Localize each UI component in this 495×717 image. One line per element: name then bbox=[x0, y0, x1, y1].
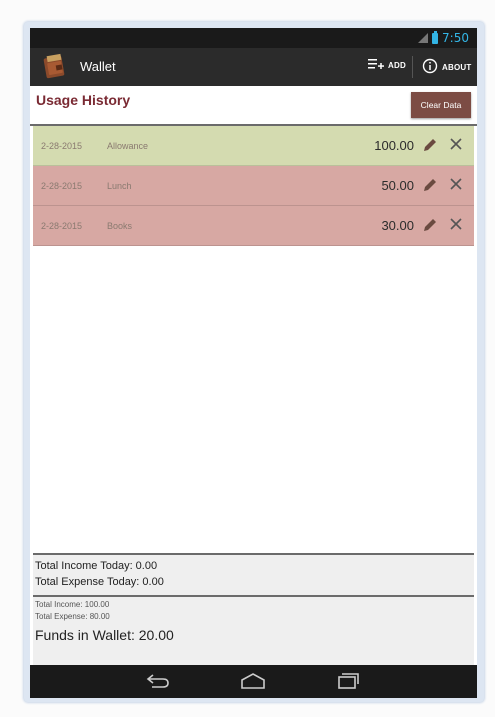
navigation-bar bbox=[30, 665, 477, 698]
clock: 7:50 bbox=[442, 31, 469, 45]
header-bar: Usage History Clear Data bbox=[30, 86, 477, 126]
home-icon[interactable] bbox=[239, 671, 267, 691]
edit-icon[interactable] bbox=[422, 177, 438, 193]
recent-apps-icon[interactable] bbox=[334, 671, 362, 691]
delete-icon[interactable] bbox=[449, 217, 463, 231]
row-amount: 100.00 bbox=[374, 138, 414, 153]
row-date: 2-28-2015 bbox=[41, 141, 83, 151]
action-bar: Wallet ADD ABOUT bbox=[30, 48, 477, 86]
battery-icon bbox=[432, 30, 439, 44]
row-amount: 50.00 bbox=[381, 178, 414, 193]
total-expense: Total Expense: 80.00 bbox=[35, 612, 110, 621]
row-date: 2-28-2015 bbox=[41, 181, 83, 191]
row-description: Lunch bbox=[107, 181, 132, 191]
edit-icon[interactable] bbox=[422, 137, 438, 153]
screen: 7:50 Wallet ADD ABOUT Usage History Clea… bbox=[30, 28, 477, 698]
edit-icon[interactable] bbox=[422, 217, 438, 233]
signal-icon bbox=[418, 33, 429, 43]
info-icon bbox=[422, 58, 438, 76]
totals-today-panel: Total Income Today: 0.00 Total Expense T… bbox=[33, 553, 474, 595]
wallet-icon[interactable] bbox=[42, 53, 68, 81]
status-bar: 7:50 bbox=[30, 28, 477, 48]
row-description: Books bbox=[107, 221, 133, 231]
app-title: Wallet bbox=[80, 59, 116, 74]
delete-icon[interactable] bbox=[449, 137, 463, 151]
device-frame: 7:50 Wallet ADD ABOUT Usage History Clea… bbox=[24, 22, 484, 702]
back-icon[interactable] bbox=[144, 671, 172, 691]
add-label: ADD bbox=[388, 60, 406, 70]
history-row[interactable]: 2-28-2015 Allowance 100.00 bbox=[33, 126, 474, 166]
add-button[interactable]: ADD bbox=[368, 58, 406, 72]
total-income-today: Total Income Today: 0.00 bbox=[35, 560, 158, 572]
history-row[interactable]: 2-28-2015 Lunch 50.00 bbox=[33, 166, 474, 206]
row-description: Allowance bbox=[107, 141, 149, 151]
page-title: Usage History bbox=[36, 92, 131, 108]
row-amount: 30.00 bbox=[381, 218, 414, 233]
row-date: 2-28-2015 bbox=[41, 221, 83, 231]
about-label: ABOUT bbox=[442, 62, 472, 72]
total-expense-today: Total Expense Today: 0.00 bbox=[35, 576, 164, 588]
totals-all-panel: Total Income: 100.00 Total Expense: 80.0… bbox=[33, 595, 474, 667]
history-row[interactable]: 2-28-2015 Books 30.00 bbox=[33, 206, 474, 246]
delete-icon[interactable] bbox=[449, 177, 463, 191]
clear-data-button[interactable]: Clear Data bbox=[411, 92, 471, 118]
action-divider bbox=[412, 56, 413, 78]
history-list: 2-28-2015 Allowance 100.00 2-28-2015 Lun… bbox=[33, 126, 474, 246]
funds-in-wallet: Funds in Wallet: 20.00 bbox=[35, 627, 174, 643]
total-income: Total Income: 100.00 bbox=[35, 600, 110, 609]
about-button[interactable]: ABOUT bbox=[422, 58, 471, 76]
add-list-icon bbox=[368, 58, 384, 72]
